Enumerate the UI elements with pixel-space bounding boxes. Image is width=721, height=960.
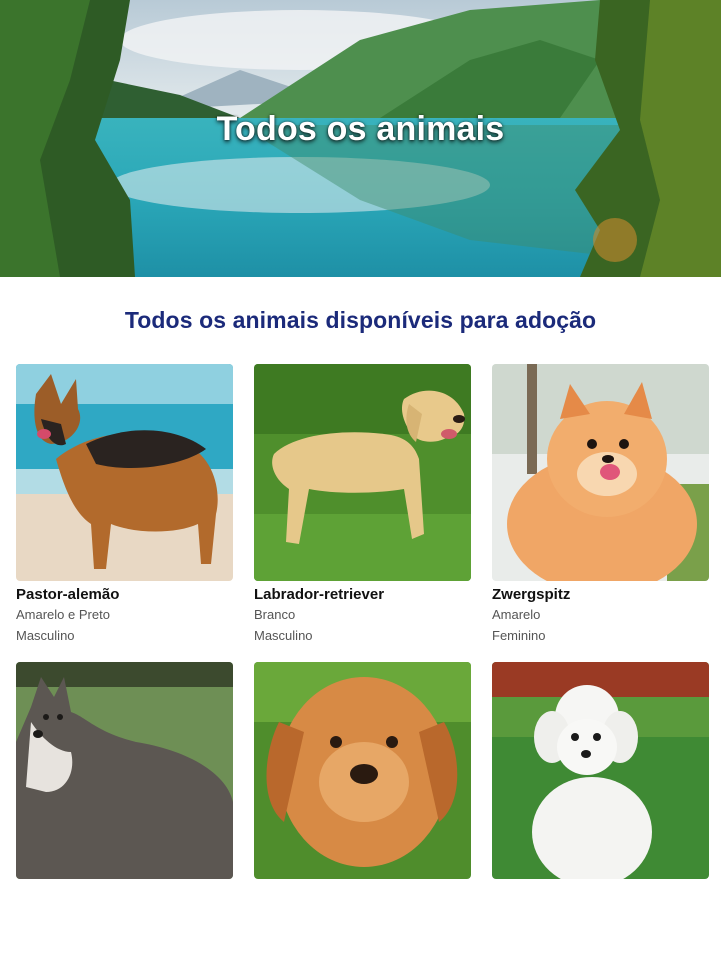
animal-photo[interactable] bbox=[254, 662, 471, 879]
hero-title: Todos os animais bbox=[216, 110, 505, 148]
animal-sex: Feminino bbox=[492, 628, 546, 643]
animal-photo[interactable] bbox=[492, 662, 709, 879]
animal-name[interactable]: Pastor-alemão bbox=[16, 586, 233, 603]
animal-card[interactable] bbox=[492, 662, 709, 960]
hero-banner: Todos os animais bbox=[0, 0, 721, 277]
animal-photo[interactable] bbox=[492, 364, 709, 581]
animal-card[interactable]: Zwergspitz Amarelo Feminino bbox=[492, 364, 709, 662]
animal-sex: Masculino bbox=[16, 628, 75, 643]
animal-card[interactable] bbox=[16, 662, 233, 960]
animal-card[interactable]: Pastor-alemão Amarelo e Preto Masculino bbox=[16, 364, 233, 662]
animal-photo[interactable] bbox=[16, 662, 233, 879]
section-title: Todos os animais disponíveis para adoção bbox=[124, 307, 597, 333]
animal-name[interactable]: Zwergspitz bbox=[492, 586, 709, 603]
animal-card[interactable] bbox=[254, 662, 471, 960]
animal-photo[interactable] bbox=[254, 364, 471, 581]
animal-name[interactable]: Labrador-retriever bbox=[254, 586, 471, 603]
animal-photo[interactable] bbox=[16, 364, 233, 581]
animal-grid: Pastor-alemão Amarelo e Preto Masculino … bbox=[16, 364, 709, 960]
animal-sex: Masculino bbox=[254, 628, 313, 643]
animal-card[interactable]: Labrador-retriever Branco Masculino bbox=[254, 364, 471, 662]
animal-color: Amarelo bbox=[492, 607, 541, 622]
animal-color: Amarelo e Preto bbox=[16, 607, 110, 622]
animal-color: Branco bbox=[254, 607, 296, 622]
